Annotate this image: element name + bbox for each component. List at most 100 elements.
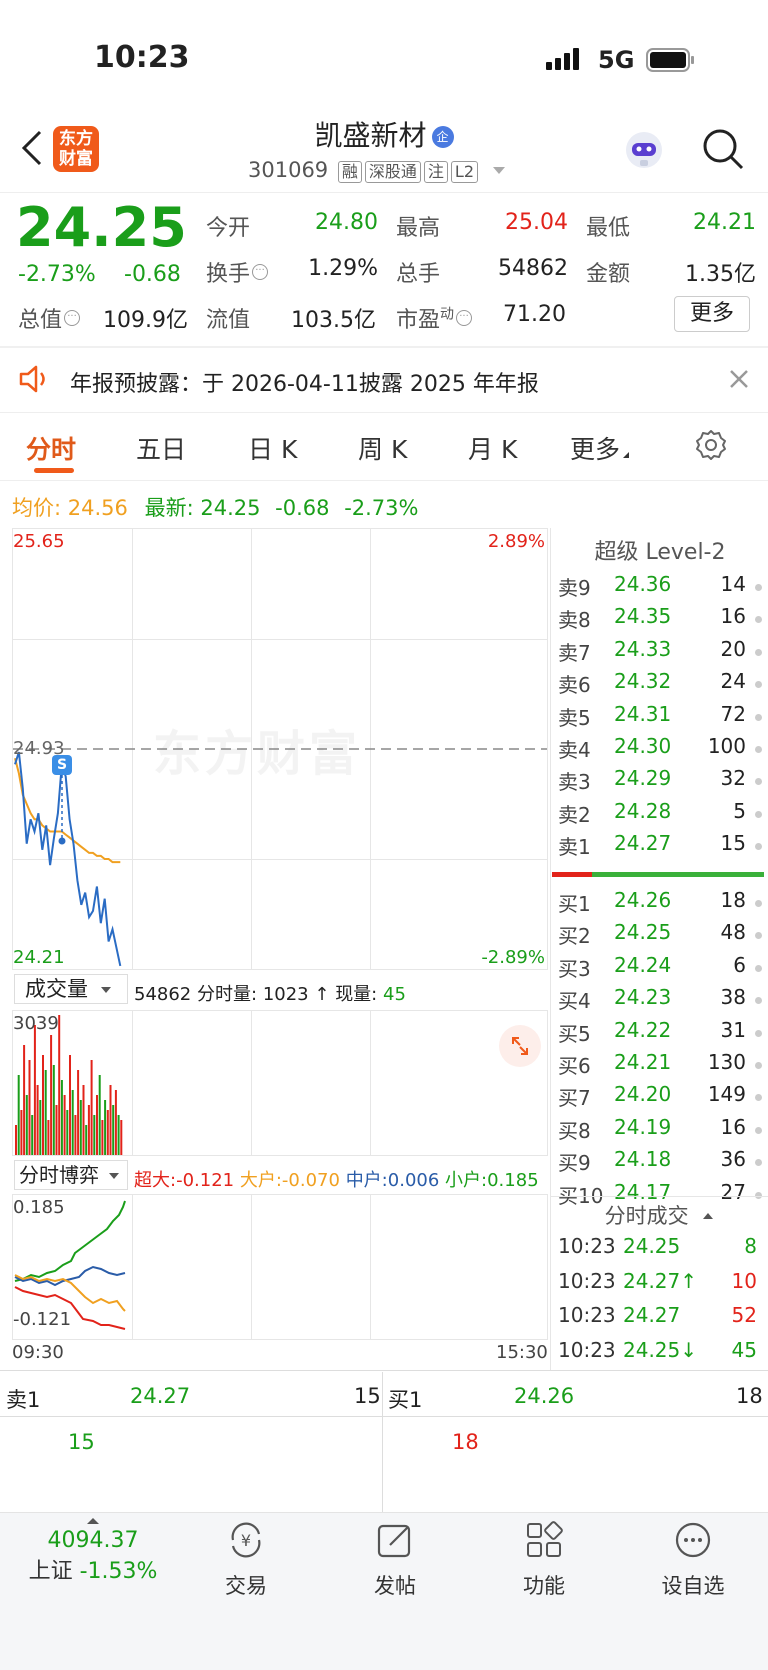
nav-add-watchlist[interactable]: 设自选 (633, 1520, 753, 1600)
tag-margin: 融 (337, 161, 362, 183)
bid-row[interactable]: 买1 24.26 18 (556, 888, 766, 920)
bid-volume: 18 (720, 888, 746, 912)
ask-level: 卖8 (558, 608, 591, 633)
bid-level: 买4 (558, 989, 591, 1014)
volume-bar (31, 1115, 34, 1155)
flow-m-value: 0.006 (387, 1170, 440, 1191)
volume-bar (120, 1120, 123, 1155)
ask-price: 24.28 (614, 798, 672, 823)
volume-bar (87, 1105, 90, 1155)
ask-row[interactable]: 卖7 24.33 20 (556, 637, 766, 669)
bid-row[interactable]: 买5 24.22 31 (556, 1018, 766, 1050)
flow-chart[interactable]: 0.185 -0.121 (12, 1194, 548, 1340)
dropdown-icon[interactable] (492, 167, 505, 174)
ask-row[interactable]: 卖9 24.36 14 (556, 572, 766, 604)
ask-row[interactable]: 卖2 24.28 5 (556, 799, 766, 831)
bid-price: 24.20 (614, 1082, 672, 1107)
dot-icon (755, 778, 762, 786)
ask-row[interactable]: 卖5 24.31 72 (556, 702, 766, 734)
close-icon[interactable] (728, 368, 750, 390)
level2-title[interactable]: 超级 Level-2 (551, 534, 768, 566)
volume-bar (28, 1060, 31, 1155)
info-icon[interactable]: ··· (456, 310, 473, 326)
price-lines (13, 748, 547, 967)
tick-time: 10:23 (558, 1234, 616, 1258)
bid-volume: 31 (720, 1017, 746, 1042)
bid-volume: 6 (733, 952, 746, 977)
notice-text[interactable]: 年报预披露：于 2026-04-11披露 2025 年年报 (70, 366, 539, 398)
index-widget[interactable]: 4094.37 上证 -1.53% (18, 1518, 168, 1585)
ask-row[interactable]: 卖3 24.29 32 (556, 766, 766, 798)
expand-icon[interactable] (499, 1025, 541, 1067)
volume-chart[interactable]: 3039 (12, 1010, 548, 1156)
turnover-label-text: 换手 (206, 262, 251, 287)
ask-price: 24.29 (614, 766, 672, 791)
yen-cycle-icon: ¥ (231, 1522, 261, 1558)
bid-row[interactable]: 买7 24.20 149 (556, 1082, 766, 1114)
volume-bar (69, 1055, 71, 1155)
volume-selector[interactable]: 成交量 (14, 974, 128, 1004)
status-time: 10:23 (94, 40, 190, 75)
ticks-title[interactable]: 分时成交 (550, 1200, 768, 1230)
pe-value: 71.20 (503, 302, 566, 327)
tab-intraday[interactable]: 分时 (26, 430, 76, 466)
dot-icon (755, 1062, 762, 1069)
tick-row: 10:23 24.25 8 (556, 1234, 761, 1266)
bid-row[interactable]: 买2 24.25 48 (556, 920, 766, 952)
current-price: 24.25 (16, 196, 187, 259)
nav-functions[interactable]: 功能 (484, 1520, 604, 1600)
avg-value: 24.56 (67, 496, 128, 520)
ask-volume: 15 (720, 831, 746, 856)
y-ref-label: 24.93 (13, 738, 65, 759)
search-icon[interactable] (700, 126, 746, 172)
more-icon (675, 1522, 711, 1558)
turnover-label: 换手 ··· (206, 256, 269, 288)
bid-row[interactable]: 买4 24.23 38 (556, 985, 766, 1017)
bid-row[interactable]: 买9 24.18 36 (556, 1147, 766, 1179)
robot-avatar-icon[interactable] (622, 128, 666, 172)
tab-active-indicator (34, 468, 74, 473)
volume-total: 54862 (134, 984, 192, 1005)
volume-bar (47, 1120, 50, 1155)
volume-bar (79, 1100, 82, 1155)
volume-bar (33, 1025, 36, 1155)
tag-registered: 注 (423, 161, 448, 183)
volume-bar (44, 1070, 47, 1155)
nav-post[interactable]: 发帖 (335, 1520, 455, 1600)
ask-price: 24.31 (614, 701, 672, 726)
tab-5day[interactable]: 五日 (136, 430, 186, 466)
nav-trade[interactable]: ¥ 交易 (186, 1520, 306, 1600)
volume-bar (117, 1115, 120, 1155)
tab-monthly-k[interactable]: 月 K (468, 430, 517, 466)
bid-row[interactable]: 买3 24.24 6 (556, 953, 766, 985)
price-chart[interactable]: 东方财富 S 25.65 24.93 24.21 2.89% -2.89% (12, 528, 548, 970)
bid-row[interactable]: 买6 24.21 130 (556, 1050, 766, 1082)
tab-more[interactable]: 更多 (570, 430, 630, 466)
ask-volume: 16 (720, 604, 746, 629)
tick-volume: 10 (731, 1268, 757, 1293)
bid-price: 24.22 (614, 1017, 672, 1042)
bid-row[interactable]: 买8 24.19 16 (556, 1115, 766, 1147)
tab-daily-k[interactable]: 日 K (248, 430, 297, 466)
amount-label: 金额 (586, 262, 631, 287)
bid-volume: 149 (707, 1082, 746, 1107)
ask-row[interactable]: 卖6 24.32 24 (556, 669, 766, 701)
settings-gear-icon[interactable] (694, 428, 728, 462)
float-value: 103.5亿 (291, 308, 376, 333)
ask-level: 卖5 (558, 705, 591, 730)
dot-icon (755, 1159, 762, 1167)
info-icon[interactable]: ··· (64, 310, 81, 326)
ask-row[interactable]: 卖4 24.30 100 (556, 734, 766, 766)
flow-max-label: 0.185 (13, 1197, 65, 1218)
tab-weekly-k[interactable]: 周 K (358, 430, 407, 466)
ask-row[interactable]: 卖1 24.27 15 (556, 831, 766, 863)
change-value: -0.68 (124, 262, 181, 287)
float-label: 流值 (206, 308, 251, 333)
more-stats-button[interactable]: 更多 (674, 296, 750, 332)
pct-high-label: 2.89% (487, 531, 545, 552)
flow-selector[interactable]: 分时博弈 (14, 1160, 128, 1190)
ask-row[interactable]: 卖8 24.35 16 (556, 604, 766, 636)
volume-bar (109, 1085, 112, 1155)
info-icon[interactable]: ··· (252, 264, 269, 280)
ask-level: 卖9 (558, 576, 591, 600)
